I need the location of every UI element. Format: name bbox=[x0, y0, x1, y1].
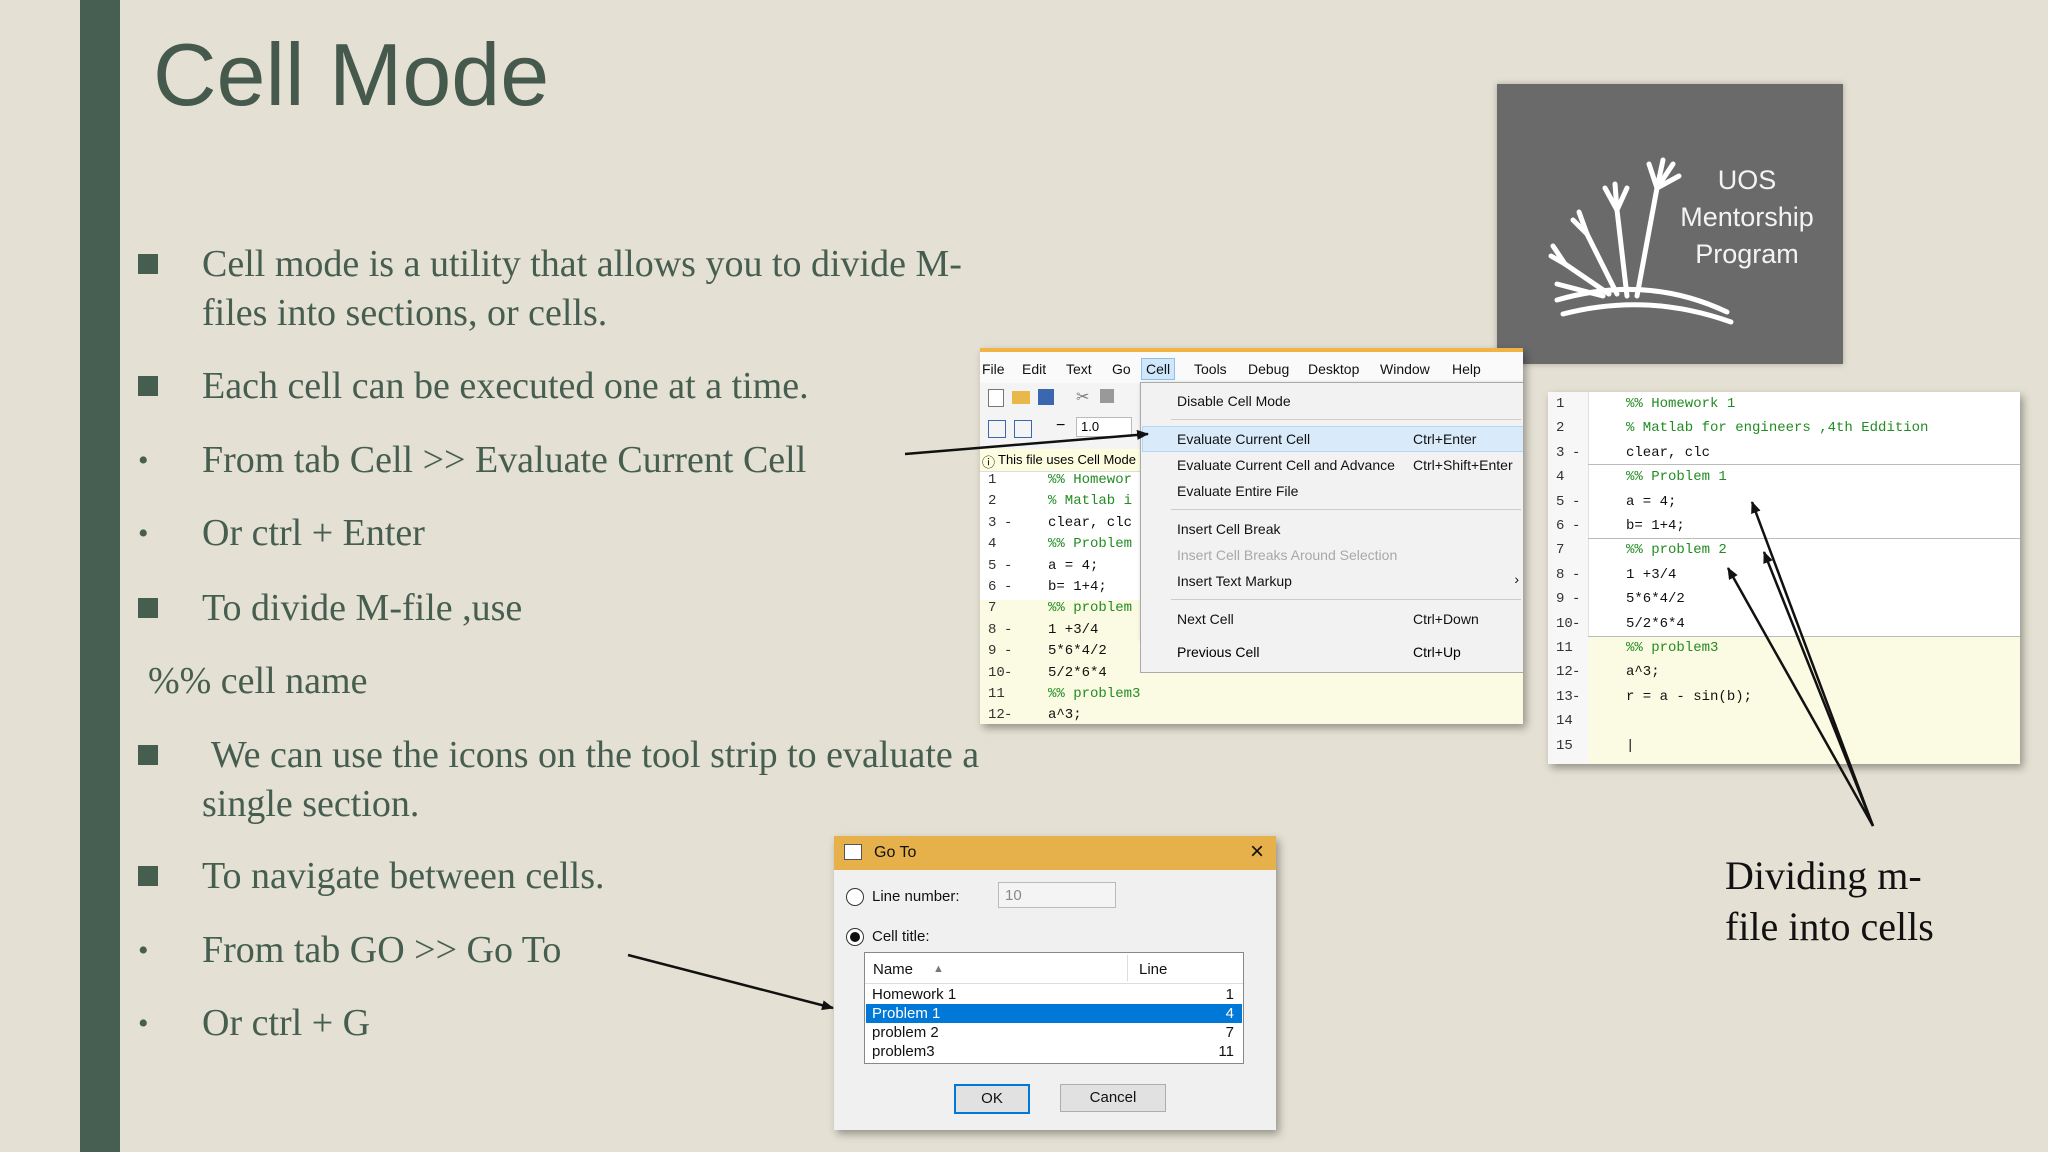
arrow-overlay bbox=[627, 429, 1875, 1011]
arrow-to-cell-2 bbox=[1762, 551, 1875, 827]
arrow-to-evaluate-cell bbox=[904, 429, 1149, 456]
arrow-to-cell-3 bbox=[1726, 567, 1875, 827]
arrow-to-goto-dialog bbox=[627, 953, 834, 1011]
